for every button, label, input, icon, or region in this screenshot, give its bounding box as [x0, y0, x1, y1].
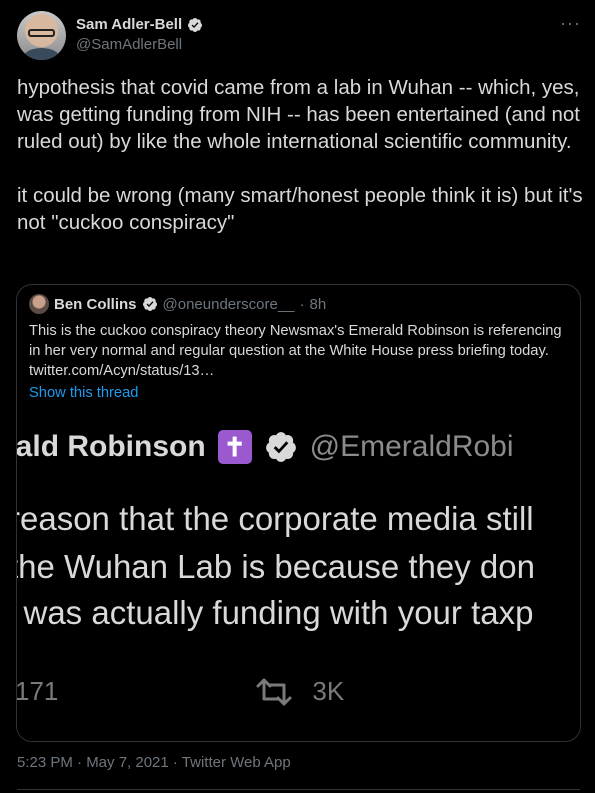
show-thread-link[interactable]: Show this thread	[29, 385, 138, 401]
media-reply-count: 171	[17, 676, 59, 706]
verified-badge-icon	[188, 17, 203, 32]
tweet-header: Sam Adler-Bell @SamAdlerBell ···	[17, 11, 581, 67]
avatar-glasses	[28, 29, 55, 37]
tweet-timestamp[interactable]: 5:23 PM · May 7, 2021 · Twitter Web App	[17, 754, 291, 771]
more-icon[interactable]: ···	[560, 13, 581, 34]
media-handle-text: @EmeraldRobi	[309, 430, 514, 463]
verified-badge-icon	[265, 432, 296, 462]
tweet-text: hypothesis that covid came from a lab in…	[17, 76, 583, 234]
quoted-separator: ·	[299, 295, 305, 313]
quoted-text: This is the cuckoo conspiracy theory New…	[29, 323, 562, 379]
media-text-line: reason that the corporate media still	[17, 500, 534, 537]
quoted-tweet[interactable]: Ben Collins @oneunderscore__ · 8h This i…	[16, 284, 581, 742]
media-text-line: the Wuhan Lab is because they don	[17, 548, 535, 585]
quoted-media-image[interactable]: rald Robinson ✝ @EmeraldRobi reason that…	[17, 418, 580, 741]
cross-emoji-icon: ✝	[217, 430, 252, 464]
verified-badge-icon	[142, 297, 157, 311]
quoted-author-name: Ben Collins	[54, 295, 137, 313]
divider	[17, 789, 580, 790]
media-stats-row: 171 3K	[17, 676, 344, 707]
quoted-time: 8h	[309, 295, 327, 313]
author-name[interactable]: Sam Adler-Bell	[76, 16, 182, 33]
media-name-text: rald Robinson	[17, 430, 206, 463]
quoted-author-handle: @oneunderscore__	[162, 295, 295, 313]
avatar-shirt	[23, 48, 60, 60]
quoted-avatar	[29, 294, 49, 314]
author-handle[interactable]: @SamAdlerBell	[76, 36, 182, 53]
media-text-line: i was actually funding with your taxp	[17, 594, 534, 631]
retweet-icon	[256, 678, 292, 705]
author-avatar[interactable]	[17, 11, 66, 60]
quoted-header: Ben Collins @oneunderscore__ · 8h	[29, 294, 326, 314]
media-name-row: rald Robinson ✝ @EmeraldRobi	[17, 430, 514, 464]
author-name-row[interactable]: Sam Adler-Bell	[76, 16, 203, 33]
media-retweet-count: 3K	[312, 676, 345, 706]
